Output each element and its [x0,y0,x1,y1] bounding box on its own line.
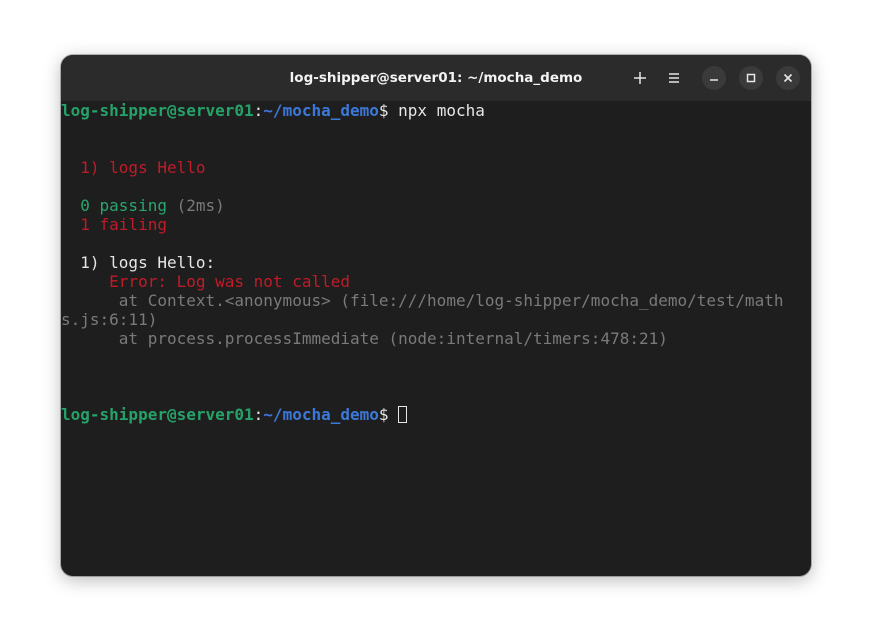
prompt-symbol: $ [378,101,389,120]
title-bar[interactable]: log-shipper@server01: ~/mocha_demo [61,55,811,101]
failing-summary: 1 failing [61,215,167,234]
window-title: log-shipper@server01: ~/mocha_demo [289,70,583,86]
passing-time: (2ms) [166,196,225,215]
prompt-user: log-shipper@server01 [61,405,254,424]
prompt-path: ~/mocha_demo [263,101,379,120]
passing-label: 0 passing [61,196,167,215]
text-cursor[interactable] [398,406,408,423]
close-icon[interactable] [776,66,800,90]
prompt-user: log-shipper@server01 [61,101,254,120]
stack-trace-line: at Context.<anonymous> (file:///home/log… [61,291,784,310]
stack-trace-line-wrap: s.js:6:11) [61,310,158,329]
minimize-icon[interactable] [702,66,726,90]
error-message: Error: Log was not called [61,272,350,291]
command-line: log-shipper@server01:~/mocha_demo$ npx m… [61,101,485,120]
terminal-output[interactable]: log-shipper@server01:~/mocha_demo$ npx m… [61,101,811,576]
failed-test-item: 1) logs Hello [61,158,206,177]
prompt-symbol: $ [378,405,399,424]
prompt-path: ~/mocha_demo [263,405,379,424]
stack-trace-line: at process.processImmediate (node:intern… [61,329,668,348]
maximize-icon[interactable] [739,66,763,90]
failure-detail-header: 1) logs Hello: [61,253,216,272]
passing-summary: 0 passing (2ms) [61,196,225,215]
terminal-window: log-shipper@server01: ~/mocha_demo log-s… [61,55,811,576]
menu-icon[interactable] [662,66,686,90]
prompt-separator: : [253,405,264,424]
current-prompt-line: log-shipper@server01:~/mocha_demo$ [61,405,408,424]
prompt-separator: : [253,101,264,120]
command-text: npx mocha [388,101,485,120]
new-tab-icon[interactable] [628,66,652,90]
